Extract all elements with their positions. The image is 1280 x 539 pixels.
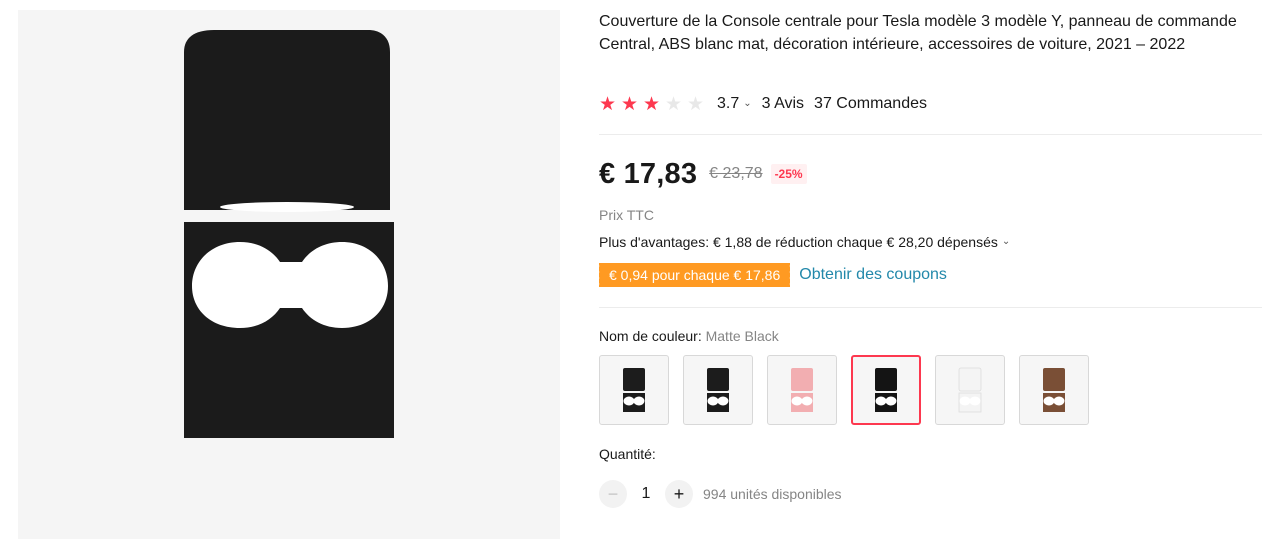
selected-color: Matte Black <box>705 328 779 344</box>
discount-badge: -25% <box>770 164 807 184</box>
coupon-row: € 0,94 pour chaque € 17,86 Obtenir des c… <box>596 263 947 287</box>
perks-dropdown[interactable]: Plus d'avantages: € 1,88 de réduction ch… <box>599 234 1020 250</box>
original-price: € 23,78 <box>709 165 763 182</box>
reviews-count[interactable]: 3 Avis <box>762 95 804 113</box>
tax-note: Prix TTC <box>599 207 654 223</box>
divider <box>599 134 1262 135</box>
swatch-brown[interactable] <box>1019 355 1089 425</box>
star-empty-icon: ★ <box>687 93 705 115</box>
quantity-stepper: − 1 + 994 unités disponibles <box>599 480 842 508</box>
divider <box>599 307 1262 308</box>
coupon-tag: € 0,94 pour chaque € 17,86 <box>596 263 791 287</box>
chevron-down-icon: ⌄ <box>1001 235 1011 247</box>
swatch-thumbnail <box>707 368 729 412</box>
product-title: Couverture de la Console centrale pour T… <box>599 13 1237 53</box>
star-filled-icon: ★ <box>643 93 661 115</box>
star-filled-icon: ★ <box>599 93 617 115</box>
swatch-black-2[interactable] <box>683 355 753 425</box>
color-label-text: Nom de couleur: <box>599 328 702 344</box>
swatch-thumbnail <box>623 368 645 412</box>
quantity-label: Quantité: <box>599 446 656 462</box>
current-price: € 17,83 <box>599 157 698 190</box>
color-label: Nom de couleur: Matte Black <box>599 328 779 344</box>
star-empty-icon: ★ <box>665 93 683 115</box>
chevron-down-icon[interactable]: ⌄ <box>743 98 751 109</box>
increase-quantity-button[interactable]: + <box>665 480 693 508</box>
swatch-thumbnail <box>791 368 813 412</box>
color-swatches <box>599 355 1089 425</box>
product-image[interactable] <box>18 10 560 539</box>
available-units: 994 unités disponibles <box>703 486 842 502</box>
decrease-quantity-button[interactable]: − <box>599 480 627 508</box>
swatch-black-1[interactable] <box>599 355 669 425</box>
star-filled-icon: ★ <box>621 93 639 115</box>
quantity-value[interactable]: 1 <box>627 485 665 503</box>
rating-row: ★ ★ ★ ★ ★ 3.7 ⌄ 3 Avis 37 Commandes <box>599 92 927 116</box>
price-row: € 17,83 € 23,78 -25% <box>599 156 807 192</box>
rating-stars: ★ ★ ★ ★ ★ <box>599 95 707 114</box>
get-coupons-link[interactable]: Obtenir des coupons <box>799 266 947 284</box>
product-gallery[interactable] <box>18 10 560 539</box>
swatch-white[interactable] <box>935 355 1005 425</box>
swatch-thumbnail <box>958 367 982 413</box>
swatch-matte-black[interactable] <box>851 355 921 425</box>
swatch-thumbnail <box>1043 368 1065 412</box>
swatch-thumbnail <box>875 368 897 412</box>
perks-text: Plus d'avantages: € 1,88 de réduction ch… <box>599 234 998 250</box>
orders-count: 37 Commandes <box>814 95 927 112</box>
rating-value[interactable]: 3.7 <box>717 95 739 113</box>
swatch-pink[interactable] <box>767 355 837 425</box>
